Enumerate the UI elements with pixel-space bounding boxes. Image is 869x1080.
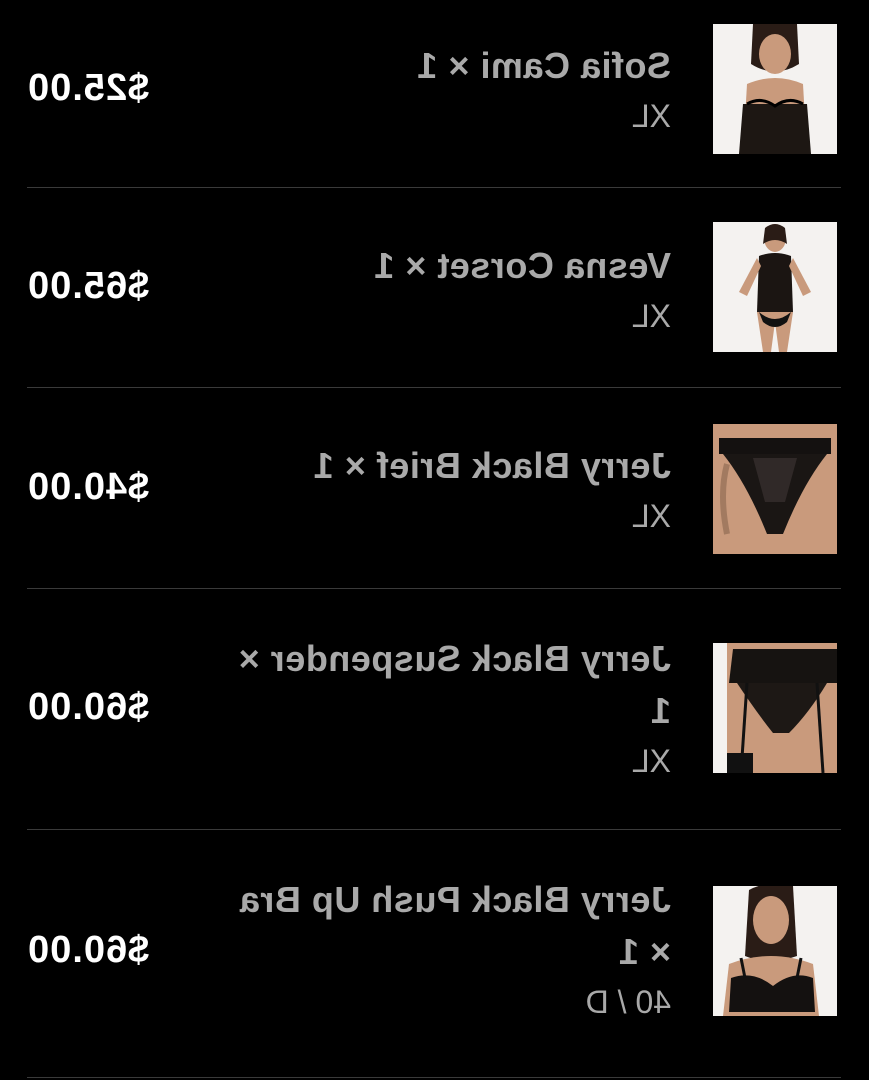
product-image <box>713 24 837 154</box>
product-variant: XL <box>631 498 671 534</box>
product-price: $40.00 <box>27 466 150 508</box>
product-image <box>713 886 837 1016</box>
product-photo-brief-icon <box>713 424 837 554</box>
product-image <box>713 643 837 773</box>
product-name[interactable]: Sofia Cami × 1 <box>231 40 671 92</box>
product-photo-bra-icon <box>713 886 837 1016</box>
product-name[interactable]: Jerry Black Brief × 1 <box>231 440 671 492</box>
product-name[interactable]: Jerry Black Suspender × 1 <box>231 633 671 737</box>
product-image <box>713 424 837 554</box>
product-variant: XL <box>631 98 671 134</box>
list-item: Jerry Black Brief × 1 XL $40.00 <box>27 388 841 589</box>
product-price: $60.00 <box>27 686 150 728</box>
product-info: Vesna Corset × 1 XL <box>231 240 671 336</box>
list-item: Jerry Black Push Up Bra × 1 40 / D $60.0… <box>27 830 841 1078</box>
product-info: Sofia Cami × 1 XL <box>231 40 671 136</box>
product-price: $65.00 <box>27 265 150 307</box>
list-item: Vesna Corset × 1 XL $65.00 <box>27 188 841 388</box>
product-name[interactable]: Vesna Corset × 1 <box>231 240 671 292</box>
product-variant: XL <box>631 298 671 334</box>
order-summary-list: Sofia Cami × 1 XL $25.00 Vesna Corset × … <box>0 0 869 1080</box>
product-info: Jerry Black Push Up Bra × 1 40 / D <box>231 874 671 1022</box>
product-info: Jerry Black Suspender × 1 XL <box>231 633 671 781</box>
list-item: Sofia Cami × 1 XL $25.00 <box>27 0 841 188</box>
product-photo-suspender-icon <box>713 643 837 773</box>
list-item: Jerry Black Suspender × 1 XL $60.00 <box>27 589 841 830</box>
product-photo-corset-icon <box>713 222 837 352</box>
product-price: $60.00 <box>27 929 150 971</box>
product-info: Jerry Black Brief × 1 XL <box>231 440 671 536</box>
product-name[interactable]: Jerry Black Push Up Bra × 1 <box>231 874 671 978</box>
product-variant: XL <box>631 743 671 779</box>
product-price: $25.00 <box>27 67 150 109</box>
product-image <box>713 222 837 352</box>
product-variant: 40 / D <box>585 984 671 1020</box>
product-photo-cami-icon <box>713 24 837 154</box>
